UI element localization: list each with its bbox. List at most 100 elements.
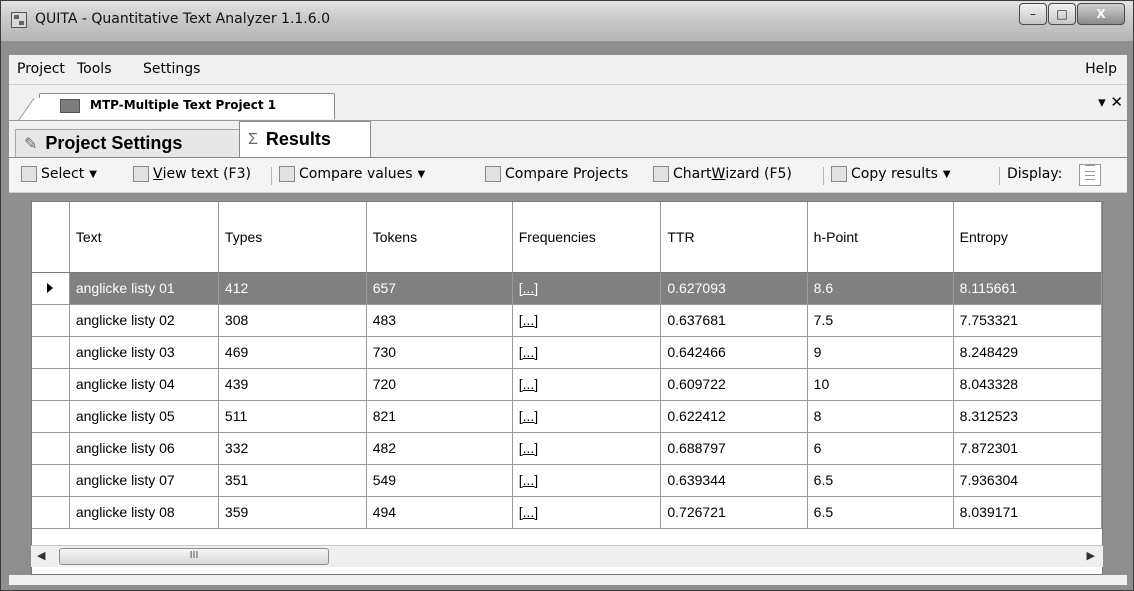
row-header[interactable] [32,368,70,401]
cell-types[interactable]: 308 [218,304,367,337]
cell-types[interactable]: 439 [218,368,367,401]
column-header-frequencies[interactable]: Frequencies [512,202,662,273]
menu-help[interactable]: Help [1085,61,1117,77]
table-row[interactable]: anglicke listy 08 359 494 [...] 0.726721 6.5 8… [32,496,1102,529]
cell-tokens[interactable]: 549 [366,464,513,497]
frequencies-link[interactable]: [...] [519,472,538,488]
scroll-right-icon[interactable]: ▶ [1087,549,1095,562]
cell-ttr[interactable]: 0.726721 [660,496,808,529]
minimize-button[interactable]: – [1019,3,1047,25]
frequencies-link[interactable]: [...] [519,440,538,456]
cell-ttr[interactable]: 0.637681 [660,304,808,337]
frequencies-link[interactable]: [...] [519,408,538,424]
row-header[interactable] [32,400,70,433]
frequencies-link[interactable]: [...] [519,344,538,360]
frequencies-link[interactable]: [...] [519,312,538,328]
column-header-types[interactable]: Types [218,202,367,273]
cell-types[interactable]: 359 [218,496,367,529]
cell-frequencies[interactable]: [...] [512,400,662,433]
cell-entropy[interactable]: 7.936304 [953,464,1102,497]
scrollbar-thumb[interactable]: III [59,548,329,565]
row-header[interactable] [32,496,70,529]
cell-text[interactable]: anglicke listy 02 [69,304,219,337]
cell-ttr[interactable]: 0.622412 [660,400,808,433]
cell-entropy[interactable]: 8.039171 [953,496,1102,529]
cell-tokens[interactable]: 720 [366,368,513,401]
cell-text[interactable]: anglicke listy 05 [69,400,219,433]
scroll-left-icon[interactable]: ◀ [37,549,45,562]
select-button[interactable]: Select ▼ [21,166,97,182]
row-header[interactable] [32,272,70,305]
cell-types[interactable]: 412 [218,272,367,305]
cell-entropy[interactable]: 7.753321 [953,304,1102,337]
column-header-h-point[interactable]: h-Point [807,202,954,273]
cell-tokens[interactable]: 821 [366,400,513,433]
cell-frequencies[interactable]: [...] [512,432,662,465]
cell-text[interactable]: anglicke listy 03 [69,336,219,369]
frequencies-link[interactable]: [...] [519,504,538,520]
cell-text[interactable]: anglicke listy 08 [69,496,219,529]
cell-h-point[interactable]: 6.5 [807,464,954,497]
frequencies-link[interactable]: [...] [519,376,538,392]
cell-tokens[interactable]: 730 [366,336,513,369]
row-header[interactable] [32,336,70,369]
cell-h-point[interactable]: 9 [807,336,954,369]
maximize-button[interactable]: □ [1048,3,1076,25]
cell-entropy[interactable]: 8.312523 [953,400,1102,433]
cell-text[interactable]: anglicke listy 04 [69,368,219,401]
cell-tokens[interactable]: 482 [366,432,513,465]
frequencies-link[interactable]: [...] [519,280,538,296]
cell-types[interactable]: 469 [218,336,367,369]
document-tab[interactable]: MTP-Multiple Text Project 1 [39,93,335,119]
cell-text[interactable]: anglicke listy 01 [69,272,219,305]
cell-h-point[interactable]: 8 [807,400,954,433]
table-row[interactable]: anglicke listy 06 332 482 [...] 0.688797 6 7.8… [32,432,1102,465]
row-header[interactable] [32,464,70,497]
app-icon[interactable] [11,12,27,28]
cell-entropy[interactable]: 8.248429 [953,336,1102,369]
title-bar[interactable]: QUITA - Quantitative Text Analyzer 1.1.6… [1,1,1133,41]
cell-h-point[interactable]: 6.5 [807,496,954,529]
view-text-button[interactable]: View text (F3) [133,166,251,182]
cell-tokens[interactable]: 494 [366,496,513,529]
cell-entropy[interactable]: 8.115661 [953,272,1102,305]
cell-tokens[interactable]: 483 [366,304,513,337]
cell-ttr[interactable]: 0.688797 [660,432,808,465]
menu-tools[interactable]: Tools [77,61,112,77]
table-row[interactable]: anglicke listy 05 511 821 [...] 0.622412 8 8.3… [32,400,1102,433]
cell-frequencies[interactable]: [...] [512,304,662,337]
close-document-icon[interactable]: ✕ [1110,93,1123,111]
table-row[interactable]: anglicke listy 01 412 657 [...] 0.627093 8.6 8… [32,272,1102,305]
tab-results[interactable]: Σ Results [239,121,371,157]
cell-frequencies[interactable]: [...] [512,464,662,497]
column-header-tokens[interactable]: Tokens [366,202,513,273]
cell-text[interactable]: anglicke listy 07 [69,464,219,497]
cell-entropy[interactable]: 8.043328 [953,368,1102,401]
cell-types[interactable]: 511 [218,400,367,433]
row-header[interactable] [32,304,70,337]
row-header[interactable] [32,432,70,465]
cell-frequencies[interactable]: [...] [512,496,662,529]
cell-frequencies[interactable]: [...] [512,272,662,305]
cell-h-point[interactable]: 6 [807,432,954,465]
menu-settings[interactable]: Settings [143,61,200,77]
cell-ttr[interactable]: 0.609722 [660,368,808,401]
cell-entropy[interactable]: 7.872301 [953,432,1102,465]
close-button[interactable]: X [1077,3,1125,25]
cell-ttr[interactable]: 0.642466 [660,336,808,369]
column-header-ttr[interactable]: TTR [660,202,808,273]
chart-wizard-button[interactable]: Chart Wizard (F5) [653,166,792,182]
cell-frequencies[interactable]: [...] [512,336,662,369]
cell-h-point[interactable]: 7.5 [807,304,954,337]
menu-project[interactable]: Project [17,61,65,77]
table-row[interactable]: anglicke listy 02 308 483 [...] 0.637681 7.5 7… [32,304,1102,337]
compare-values-button[interactable]: Compare values ▼ [279,166,425,182]
compare-projects-button[interactable]: Compare Projects [485,166,628,182]
table-row[interactable]: anglicke listy 07 351 549 [...] 0.639344 6.5 7… [32,464,1102,497]
tab-project-settings[interactable]: ✎ Project Settings [15,129,241,157]
cell-ttr[interactable]: 0.627093 [660,272,808,305]
cell-types[interactable]: 332 [218,432,367,465]
display-list-icon[interactable] [1079,164,1101,186]
column-header-entropy[interactable]: Entropy [953,202,1102,273]
tab-list-dropdown-icon[interactable]: ▾ [1098,93,1106,111]
